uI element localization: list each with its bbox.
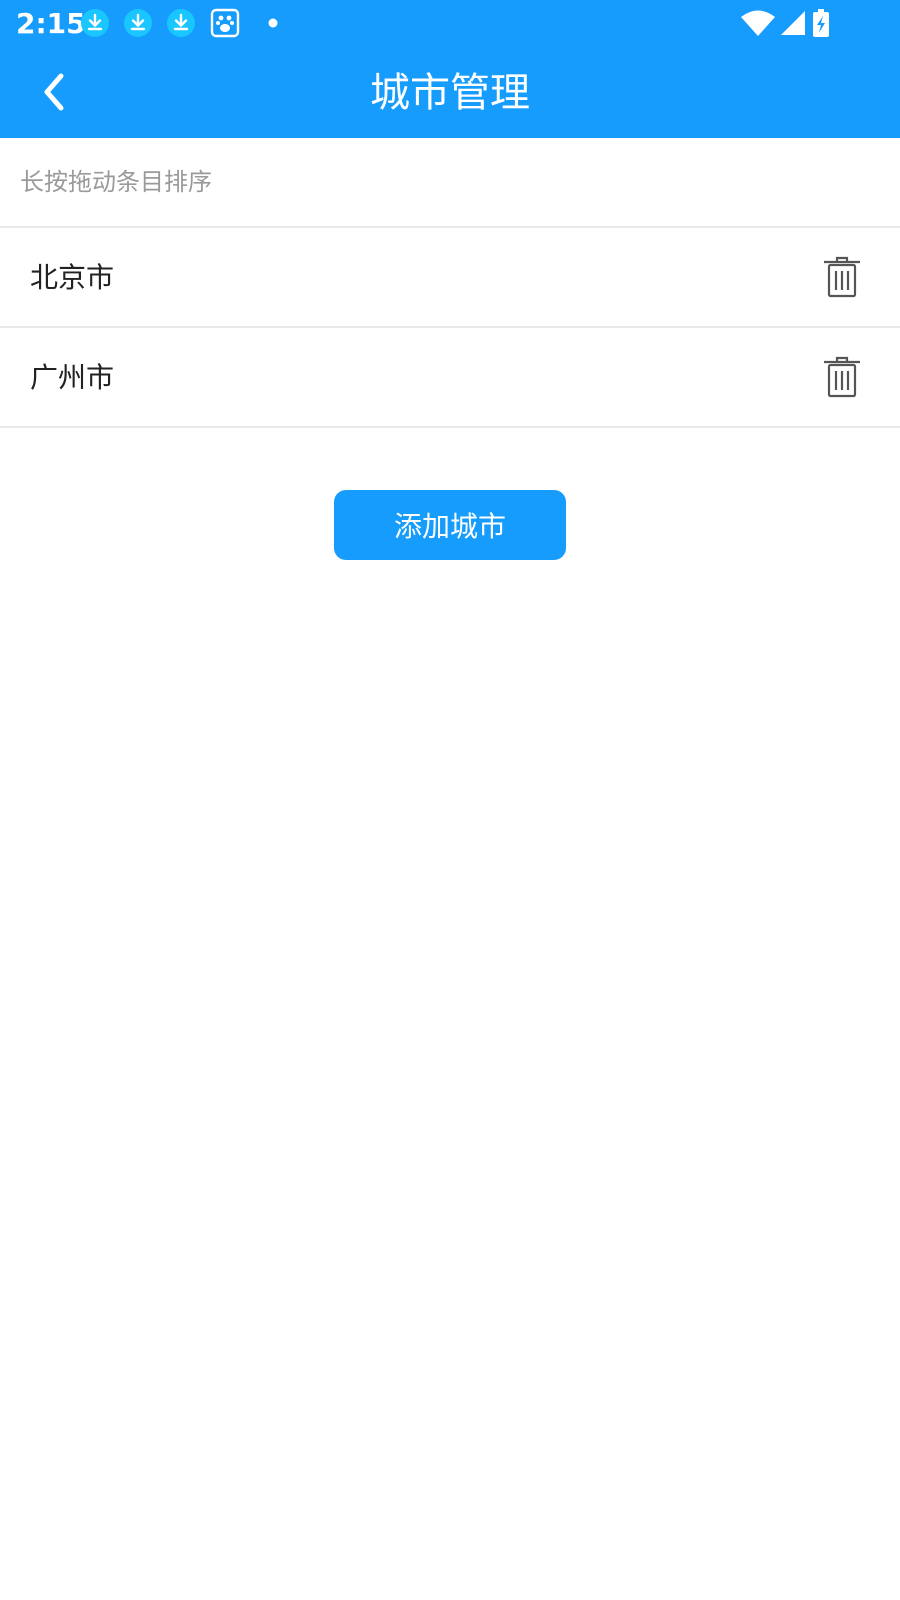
city-name: 北京市: [30, 261, 115, 294]
add-city-button[interactable]: 添加城市: [334, 490, 566, 560]
page-title: 城市管理: [370, 70, 530, 116]
top-bar: 2:15 城市管理: [0, 0, 900, 138]
city-row[interactable]: 广州市: [0, 328, 900, 428]
status-time: 2:15: [16, 7, 86, 40]
city-row[interactable]: 北京市: [0, 228, 900, 328]
sort-hint: 长按拖动条目排序: [0, 138, 900, 228]
sort-hint-text: 长按拖动条目排序: [20, 168, 212, 196]
download-icon: [124, 9, 152, 37]
battery-charging-icon: [813, 9, 829, 37]
status-bar: 2:15: [0, 0, 900, 48]
cell-signal-icon: [781, 11, 805, 35]
app-bar: 城市管理: [0, 48, 900, 138]
download-icon: [81, 9, 109, 37]
dot-icon: [268, 18, 278, 28]
trash-icon[interactable]: [822, 356, 862, 398]
city-name: 广州市: [30, 361, 115, 394]
baidu-paw-icon: [210, 8, 240, 38]
download-icon: [167, 9, 195, 37]
wifi-icon: [741, 10, 775, 36]
trash-icon[interactable]: [822, 256, 862, 298]
